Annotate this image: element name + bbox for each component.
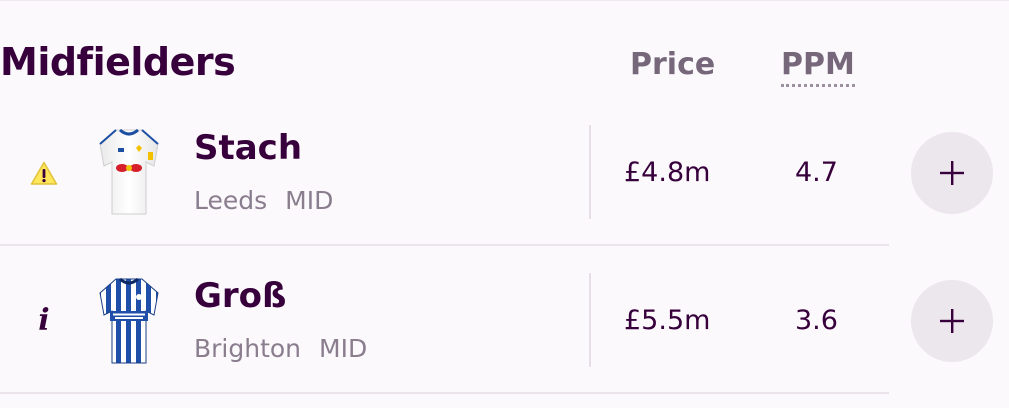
player-meta: Brighton MID <box>194 334 367 363</box>
midfielders-section: Midfielders Price PPM Stach Leeds MID £4… <box>0 0 1009 408</box>
add-player-button[interactable] <box>911 280 993 362</box>
player-row[interactable]: i Groß Brighton MID £5.5m 3.6 <box>0 248 993 394</box>
add-player-button[interactable] <box>911 132 993 214</box>
player-team: Leeds <box>194 186 268 215</box>
row-divider <box>0 244 889 246</box>
plus-icon <box>940 161 964 185</box>
leeds-shirt-icon <box>96 126 162 218</box>
player-team: Brighton <box>194 334 302 363</box>
player-name[interactable]: Stach <box>194 128 302 168</box>
plus-icon <box>940 309 964 333</box>
info-icon[interactable]: i <box>28 303 60 338</box>
section-title: Midfielders <box>0 40 236 84</box>
top-divider <box>0 0 1009 1</box>
row-divider <box>0 392 889 394</box>
warning-icon[interactable] <box>28 157 60 189</box>
ppm-column-header[interactable]: PPM <box>781 47 855 87</box>
player-position: MID <box>285 186 334 215</box>
player-meta: Leeds MID <box>194 186 333 215</box>
price-column-header: Price <box>630 47 716 82</box>
player-price: £4.8m <box>624 157 711 188</box>
row-column-divider <box>589 273 591 367</box>
player-row[interactable]: Stach Leeds MID £4.8m 4.7 <box>0 100 993 246</box>
row-column-divider <box>589 125 591 219</box>
player-price: £5.5m <box>624 305 711 336</box>
player-name[interactable]: Groß <box>194 276 287 316</box>
player-ppm: 3.6 <box>795 305 838 336</box>
player-ppm: 4.7 <box>795 157 838 188</box>
brighton-shirt-icon <box>96 275 162 367</box>
player-position: MID <box>319 334 368 363</box>
